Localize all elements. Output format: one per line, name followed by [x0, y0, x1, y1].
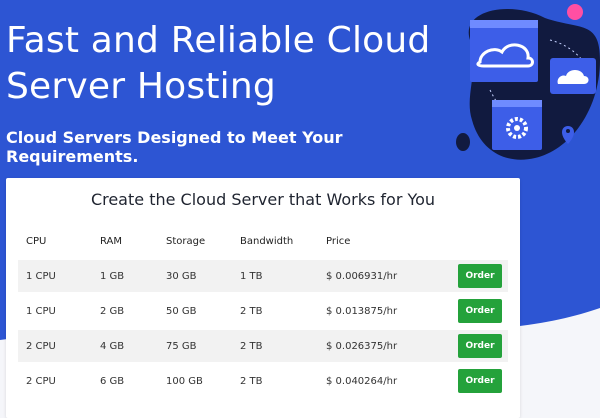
table-header: CPU RAM Storage Bandwidth Price: [18, 236, 508, 252]
order-button[interactable]: Order: [458, 264, 502, 288]
cell-bandwidth: 2 TB: [240, 306, 263, 317]
cell-cpu: 2 CPU: [26, 376, 56, 387]
cell-storage: 30 GB: [166, 271, 197, 282]
cloud-server-illustration: [456, 4, 600, 160]
pricing-card: Create the Cloud Server that Works for Y…: [6, 178, 520, 418]
hero-subtitle: Cloud Servers Designed to Meet Your Requ…: [6, 128, 343, 166]
cell-price: $ 0.026375/hr: [326, 341, 398, 352]
cell-price: $ 0.006931/hr: [326, 271, 398, 282]
cell-cpu: 2 CPU: [26, 341, 56, 352]
pricing-card-title: Create the Cloud Server that Works for Y…: [90, 190, 436, 209]
cell-ram: 1 GB: [100, 271, 125, 282]
gear-icon: [492, 100, 542, 150]
column-header-cpu: CPU: [26, 236, 47, 247]
cell-cpu: 1 CPU: [26, 271, 56, 282]
cell-ram: 6 GB: [100, 376, 125, 387]
order-button[interactable]: Order: [458, 369, 502, 393]
cell-ram: 2 GB: [100, 306, 125, 317]
column-header-storage: Storage: [166, 236, 206, 247]
column-header-price: Price: [326, 236, 351, 247]
cloud-window-icon: [470, 20, 538, 82]
cell-storage: 75 GB: [166, 341, 197, 352]
table-row: 1 CPU 1 GB 30 GB 1 TB $ 0.006931/hr Orde…: [18, 260, 508, 293]
cell-storage: 100 GB: [166, 376, 203, 387]
table-row: 2 CPU 4 GB 75 GB 2 TB $ 0.026375/hr Orde…: [18, 330, 508, 363]
column-header-bandwidth: Bandwidth: [240, 236, 294, 247]
cell-price: $ 0.040264/hr: [326, 376, 398, 387]
order-button[interactable]: Order: [458, 299, 502, 323]
cell-bandwidth: 2 TB: [240, 376, 263, 387]
order-button[interactable]: Order: [458, 334, 502, 358]
cell-cpu: 1 CPU: [26, 306, 56, 317]
cell-ram: 4 GB: [100, 341, 125, 352]
column-header-ram: RAM: [100, 236, 123, 247]
cloud-icon: [550, 58, 596, 94]
table-row: 1 CPU 2 GB 50 GB 2 TB $ 0.013875/hr Orde…: [18, 295, 508, 328]
cell-bandwidth: 2 TB: [240, 341, 263, 352]
hero-title: Fast and Reliable Cloud Server Hosting: [6, 20, 431, 107]
table-row: 2 CPU 6 GB 100 GB 2 TB $ 0.040264/hr Ord…: [18, 365, 508, 398]
cell-bandwidth: 1 TB: [240, 271, 263, 282]
cell-storage: 50 GB: [166, 306, 197, 317]
cell-price: $ 0.013875/hr: [326, 306, 398, 317]
